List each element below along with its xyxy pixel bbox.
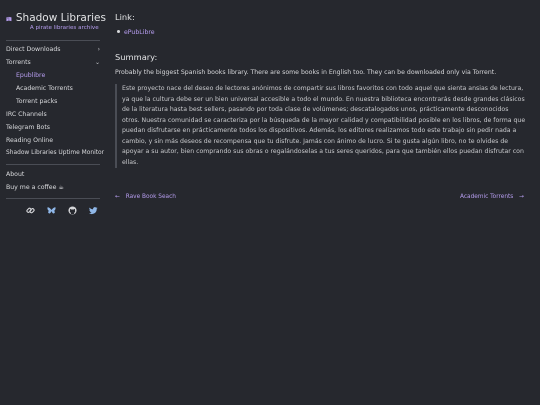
book-logo-icon: [6, 16, 12, 22]
sidebar-item-direct-downloads[interactable]: Direct Downloads ›: [0, 43, 106, 56]
sidebar-nav-secondary: About Buy me a coffee ☕: [0, 165, 106, 194]
sidebar-item-label: Buy me a coffee ☕: [6, 184, 64, 191]
sidebar-item-label: Reading Online: [6, 137, 54, 144]
bluesky-icon[interactable]: [47, 206, 56, 215]
site-title: Shadow Libraries: [15, 12, 106, 24]
summary-quote: Este proyecto nace del deseo de lectores…: [115, 84, 526, 168]
sidebar-item-label: Epublibre: [16, 72, 46, 79]
next-page-label: Academic Torrents: [459, 194, 514, 200]
sidebar-item-buy-coffee[interactable]: Buy me a coffee ☕: [0, 181, 106, 194]
sidebar-item-about[interactable]: About: [0, 168, 106, 181]
sidebar-item-telegram-bots[interactable]: Telegram Bots: [0, 121, 106, 134]
sidebar-item-label: Torrent packs: [16, 98, 58, 105]
sidebar-item-academic-torrents[interactable]: Academic Torrents: [0, 82, 106, 95]
sidebar-item-label: Shadow Libraries Uptime Monitor: [6, 150, 105, 156]
sidebar-item-reading-online[interactable]: Reading Online: [0, 134, 106, 147]
epublibre-link[interactable]: ePubLibre: [124, 29, 155, 36]
sidebar-item-label: Academic Torrents: [16, 85, 73, 92]
sidebar-item-uptime-monitor[interactable]: Shadow Libraries Uptime Monitor: [0, 147, 106, 160]
sidebar-item-epublibre[interactable]: Epublibre: [0, 69, 106, 82]
social-links: [0, 199, 106, 215]
site-subtitle: A pirate libraries archive: [29, 25, 99, 31]
bullet: [117, 30, 120, 33]
next-page-link[interactable]: Academic Torrents →: [460, 194, 524, 200]
link-list: ePubLibre: [115, 29, 155, 36]
arrow-left-icon: ←: [115, 194, 120, 200]
link-icon[interactable]: [26, 206, 35, 215]
sidebar-item-irc-channels[interactable]: IRC Channels: [0, 108, 106, 121]
arrow-right-icon: →: [519, 194, 524, 200]
chevron-down-icon: ⌄: [94, 59, 100, 66]
summary-intro: Probably the biggest Spanish books libra…: [115, 69, 497, 76]
sidebar-nav: Direct Downloads › Torrents ⌄ Epublibre …: [0, 41, 106, 160]
link-heading: Link:: [115, 12, 135, 22]
prev-page-label: Rave Book Seach: [125, 194, 176, 200]
brand[interactable]: Shadow Libraries A pirate libraries arch…: [0, 0, 106, 40]
summary-heading: Summary:: [115, 52, 158, 62]
sidebar-item-label: Telegram Bots: [6, 124, 50, 131]
sidebar-item-torrent-packs[interactable]: Torrent packs: [0, 95, 106, 108]
sidebar-item-label: IRC Channels: [6, 111, 47, 118]
chevron-right-icon: ›: [97, 46, 100, 53]
sidebar: Shadow Libraries A pirate libraries arch…: [0, 0, 106, 405]
prev-page-link[interactable]: ← Rave Book Seach: [115, 194, 176, 200]
twitter-icon[interactable]: [89, 206, 98, 215]
sidebar-item-label: About: [6, 171, 25, 178]
sidebar-item-label: Torrents: [6, 59, 31, 66]
github-icon[interactable]: [68, 206, 77, 215]
sidebar-item-torrents[interactable]: Torrents ⌄: [0, 56, 106, 69]
sidebar-item-label: Direct Downloads: [6, 46, 61, 53]
